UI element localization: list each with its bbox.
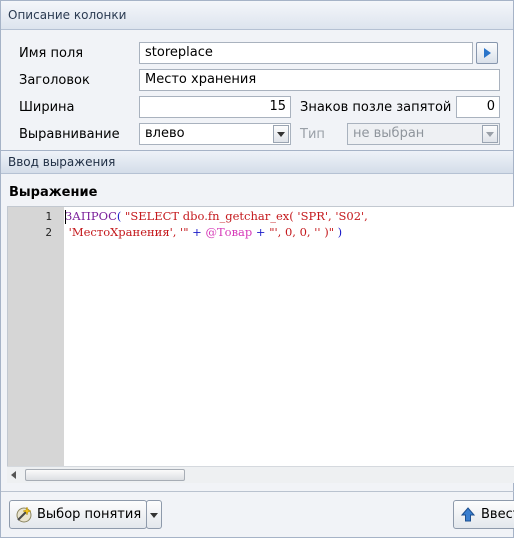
variable-token: @Товар: [205, 225, 253, 239]
code-editor[interactable]: 1 2 ЗАПРОС( "SELECT dbo.fn_getchar_ex( '…: [7, 206, 514, 483]
operator-token: +: [188, 225, 206, 239]
select-concept-dropdown[interactable]: [146, 500, 162, 529]
field-name-input[interactable]: storeplace: [139, 42, 473, 64]
line-number: 1: [45, 210, 52, 223]
magic-wand-icon: [16, 506, 32, 523]
select-concept-button[interactable]: Выбор понятия: [9, 500, 147, 529]
string-token: 'МестоХранения', '": [65, 225, 189, 239]
line-number-gutter: 1 2: [8, 207, 64, 482]
type-select: не выбран: [347, 123, 500, 145]
caption-input[interactable]: Место хранения: [139, 69, 500, 91]
string-token: "SELECT dbo.fn_getchar_ex( 'SPR', 'S02',: [125, 209, 368, 223]
type-value: не выбран: [353, 126, 425, 141]
arrow-up-icon: [461, 507, 475, 522]
paren-token: ): [334, 225, 343, 239]
expression-input-dialog: Ввод выражения Выражение 1 2 ЗАПРОС( "SE…: [0, 150, 514, 538]
chevron-down-icon: [486, 132, 494, 137]
alignment-dropdown-button[interactable]: [273, 125, 289, 143]
scrollbar-thumb[interactable]: [25, 469, 185, 481]
enter-label: Ввест: [481, 507, 514, 522]
field-name-label: Имя поля: [19, 46, 84, 61]
operator-token: +: [252, 225, 270, 239]
type-label: Тип: [300, 127, 325, 142]
chevron-down-icon: [150, 513, 158, 518]
divider: [1, 491, 514, 492]
decimals-input[interactable]: 0: [456, 96, 500, 118]
paren-token: (: [116, 209, 126, 223]
play-arrow-icon: [484, 48, 491, 58]
width-input[interactable]: 15: [139, 96, 291, 118]
function-token: ЗАПРОС: [65, 209, 117, 223]
alignment-label: Выравнивание: [19, 127, 120, 142]
chevron-down-icon: [277, 132, 285, 137]
text-caret: [65, 210, 66, 224]
alignment-select[interactable]: влево: [139, 123, 291, 145]
code-line-2[interactable]: 'МестоХранения', '" + @Товар + "', 0, 0,…: [65, 225, 343, 239]
code-line-1[interactable]: ЗАПРОС( "SELECT dbo.fn_getchar_ex( 'SPR'…: [65, 209, 368, 223]
line-number: 2: [45, 226, 52, 239]
caption-label: Заголовок: [19, 73, 90, 88]
select-concept-label: Выбор понятия: [37, 507, 142, 522]
alignment-value: влево: [145, 126, 185, 141]
field-lookup-button[interactable]: [476, 42, 498, 64]
expression-heading: Выражение: [9, 185, 98, 200]
horizontal-scrollbar[interactable]: [7, 466, 514, 483]
enter-button[interactable]: Ввест: [453, 500, 514, 529]
type-dropdown-button: [482, 125, 498, 143]
column-description-dialog: Описание колонки Имя поля storeplace Заг…: [0, 0, 514, 160]
dialog-title: Ввод выражения: [1, 151, 513, 174]
width-label: Ширина: [19, 100, 75, 115]
string-token: "', 0, 0, '' )": [269, 225, 334, 239]
dialog-title: Описание колонки: [1, 1, 513, 30]
decimals-label: Знаков позле запятой: [300, 100, 452, 115]
scroll-left-icon[interactable]: [11, 471, 16, 479]
